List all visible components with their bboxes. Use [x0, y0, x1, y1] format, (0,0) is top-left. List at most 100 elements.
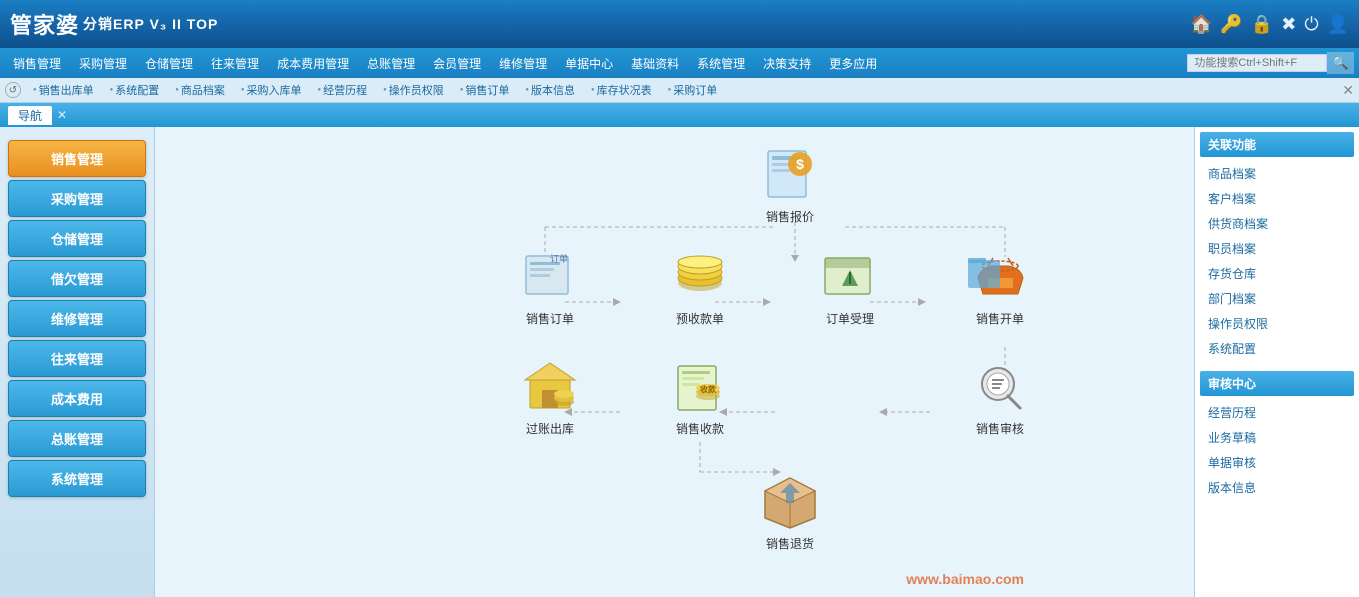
nav-member[interactable]: 会员管理 — [425, 52, 489, 75]
related-functions-title: 关联功能 — [1200, 132, 1354, 157]
flow-node-prepayment[interactable]: 预收款单 — [655, 247, 745, 327]
flow-node-sales-quote[interactable]: $ 销售报价 — [745, 145, 835, 225]
sidebar-item-purchase[interactable]: 采购管理 — [8, 180, 146, 217]
tabs-close-button[interactable]: ✕ — [1342, 82, 1354, 99]
watermark: www.baimao.com — [906, 571, 1024, 587]
order-receive-icon — [818, 247, 883, 307]
search-input[interactable] — [1187, 54, 1327, 72]
search-button[interactable]: 🔍 — [1327, 52, 1354, 74]
nav-content-area: 导航 ✕ 销售管理 采购管理 仓储管理 借欠管理 维修管理 往来管理 成本费用 … — [0, 103, 1359, 597]
nav-warehouse[interactable]: 仓储管理 — [137, 52, 201, 75]
flow-node-sales-return[interactable]: 销售退货 — [745, 472, 835, 552]
prepayment-icon — [668, 247, 733, 307]
link-bill-audit[interactable]: 单据审核 — [1200, 450, 1354, 475]
audit-center-title: 审核中心 — [1200, 371, 1354, 396]
sidebar-item-cost[interactable]: 成本费用 — [8, 380, 146, 417]
content-wrapper: 销售管理 采购管理 仓储管理 借欠管理 维修管理 往来管理 成本费用 总账管理 … — [0, 127, 1359, 597]
tabs-refresh-button[interactable]: ↺ — [5, 82, 21, 98]
pass-warehouse-label: 过账出库 — [526, 420, 574, 437]
sidebar: 销售管理 采购管理 仓储管理 借欠管理 维修管理 往来管理 成本费用 总账管理 … — [0, 127, 155, 597]
sidebar-item-system[interactable]: 系统管理 — [8, 460, 146, 497]
sidebar-item-warehouse[interactable]: 仓储管理 — [8, 220, 146, 257]
center-content: $ 销售报价 订单 — [155, 127, 1194, 597]
tab-business-history[interactable]: 经营历程 — [310, 80, 376, 100]
audit-center-section: 审核中心 经营历程 业务草稿 单据审核 版本信息 — [1200, 371, 1354, 500]
link-business-draft[interactable]: 业务草稿 — [1200, 425, 1354, 450]
pass-warehouse-icon — [518, 357, 583, 417]
close-app-icon[interactable]: ✖ — [1281, 14, 1296, 35]
sales-order-icon: 订单 — [518, 247, 583, 307]
sidebar-item-sales[interactable]: 销售管理 — [8, 140, 146, 177]
sales-return-label: 销售退货 — [766, 535, 814, 552]
profile-icon[interactable]: 👤 — [1327, 14, 1349, 35]
nav-label-bar: 导航 ✕ — [0, 103, 1359, 127]
link-product-file[interactable]: 商品档案 — [1200, 161, 1354, 186]
logo-main-text: 管家婆 — [10, 8, 79, 40]
flow-node-pass-warehouse[interactable]: 过账出库 — [505, 357, 595, 437]
sales-audit-label: 销售审核 — [976, 420, 1024, 437]
link-business-history[interactable]: 经营历程 — [1200, 400, 1354, 425]
nav-bills[interactable]: 单据中心 — [557, 52, 621, 75]
tab-purchase-order[interactable]: 采购订单 — [660, 80, 726, 100]
link-dept-file[interactable]: 部门档案 — [1200, 286, 1354, 311]
header-icons: 🏠 🔑 🔒 ✖ ⏻ 👤 — [1190, 14, 1349, 35]
link-customer-file[interactable]: 客户档案 — [1200, 186, 1354, 211]
sales-quote-icon: $ — [758, 145, 823, 205]
home-icon[interactable]: 🏠 — [1190, 14, 1212, 35]
flow-node-sales-payment[interactable]: 收款 销售收款 — [655, 357, 745, 437]
sidebar-item-debt[interactable]: 借欠管理 — [8, 260, 146, 297]
sales-order-label: 销售订单 — [526, 310, 574, 327]
sales-quote-label: 销售报价 — [766, 208, 814, 225]
flow-node-order-receive[interactable]: 订单受理 — [805, 247, 895, 327]
tab-system-config[interactable]: 系统配置 — [102, 80, 168, 100]
link-supplier-file[interactable]: 供货商档案 — [1200, 211, 1354, 236]
tab-inventory-status[interactable]: 库存状况表 — [583, 80, 660, 100]
logo-sub-text: 分销ERP V₃ II TOP — [83, 14, 218, 34]
nav-decision[interactable]: 决策支持 — [755, 52, 819, 75]
navigation-tab[interactable]: 导航 — [8, 106, 52, 125]
sales-audit-icon — [968, 357, 1033, 417]
link-staff-file[interactable]: 职员档案 — [1200, 236, 1354, 261]
sidebar-item-ledger[interactable]: 总账管理 — [8, 420, 146, 457]
nav-more[interactable]: 更多应用 — [821, 52, 885, 75]
link-system-config[interactable]: 系统配置 — [1200, 336, 1354, 361]
sales-return-icon — [758, 472, 823, 532]
nav-transaction[interactable]: 往来管理 — [203, 52, 267, 75]
sales-open-icon — [968, 247, 1033, 307]
nav-system[interactable]: 系统管理 — [689, 52, 753, 75]
tab-sales-outbound[interactable]: 销售出库单 — [25, 80, 102, 100]
tabs-bar: ↺ 销售出库单 系统配置 商品档案 采购入库单 经营历程 操作员权限 销售订单 … — [0, 78, 1359, 103]
order-receive-label: 订单受理 — [826, 310, 874, 327]
nav-purchase[interactable]: 采购管理 — [71, 52, 135, 75]
tab-version[interactable]: 版本信息 — [517, 80, 583, 100]
nav-ledger[interactable]: 总账管理 — [359, 52, 423, 75]
related-functions-section: 关联功能 商品档案 客户档案 供货商档案 职员档案 存货仓库 部门档案 操作员权… — [1200, 132, 1354, 361]
tab-sales-order[interactable]: 销售订单 — [452, 80, 518, 100]
flow-node-sales-audit[interactable]: 销售审核 — [955, 357, 1045, 437]
link-operator-perm[interactable]: 操作员权限 — [1200, 311, 1354, 336]
flow-node-sales-open[interactable]: 销售开单 — [955, 247, 1045, 327]
user-manage-icon[interactable]: 🔑 — [1220, 14, 1242, 35]
power-icon[interactable]: ⏻ — [1304, 14, 1318, 35]
link-version-info[interactable]: 版本信息 — [1200, 475, 1354, 500]
tab-operator-perm[interactable]: 操作员权限 — [375, 80, 452, 100]
nav-search-area: 🔍 — [1187, 52, 1354, 74]
nav-repair[interactable]: 维修管理 — [491, 52, 555, 75]
sidebar-item-transactions[interactable]: 往来管理 — [8, 340, 146, 377]
svg-text:$: $ — [796, 156, 804, 172]
svg-text:收款: 收款 — [700, 384, 717, 394]
link-inventory-warehouse[interactable]: 存货仓库 — [1200, 261, 1354, 286]
sales-payment-icon: 收款 — [668, 357, 733, 417]
nav-base[interactable]: 基础资料 — [623, 52, 687, 75]
nav-sales[interactable]: 销售管理 — [5, 52, 69, 75]
tab-purchase-inbound[interactable]: 采购入库单 — [233, 80, 310, 100]
sidebar-item-repair[interactable]: 维修管理 — [8, 300, 146, 337]
right-panel: 关联功能 商品档案 客户档案 供货商档案 职员档案 存货仓库 部门档案 操作员权… — [1194, 127, 1359, 597]
nav-tab-close[interactable]: ✕ — [57, 108, 67, 122]
tab-product-file[interactable]: 商品档案 — [167, 80, 233, 100]
svg-text:订单: 订单 — [550, 253, 568, 264]
nav-cost[interactable]: 成本费用管理 — [269, 52, 357, 75]
lock-icon[interactable]: 🔒 — [1251, 14, 1273, 35]
flow-node-sales-order[interactable]: 订单 销售订单 — [505, 247, 595, 327]
sales-payment-label: 销售收款 — [676, 420, 724, 437]
